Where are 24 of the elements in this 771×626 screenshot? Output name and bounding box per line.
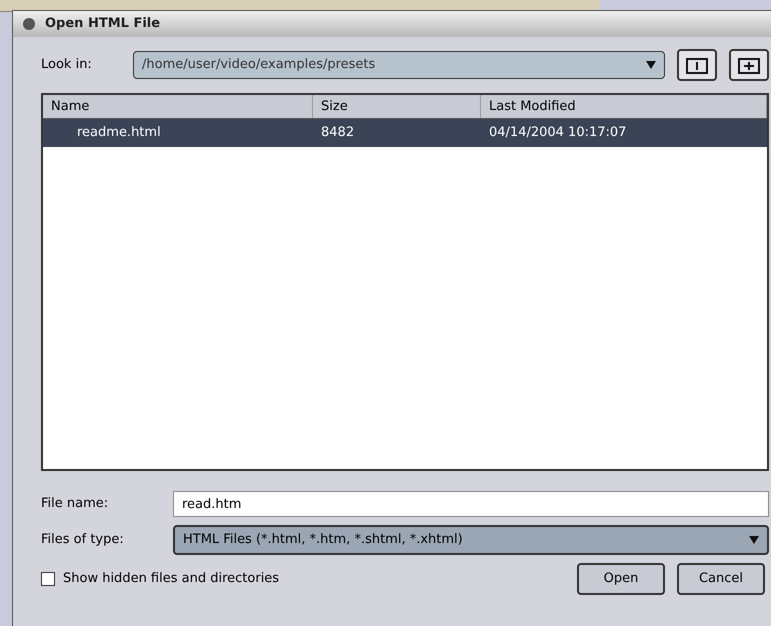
new-folder-button[interactable] — [729, 49, 769, 81]
column-header[interactable]: Name — [43, 95, 313, 118]
column-header[interactable]: Size — [313, 95, 481, 118]
folder-icon — [738, 56, 760, 74]
open-button[interactable]: Open — [577, 563, 665, 595]
column-header[interactable]: Last Modified — [481, 95, 767, 118]
caret-icon — [646, 61, 656, 69]
look-in-label: Look in: — [41, 56, 93, 74]
caret-icon — [749, 536, 759, 544]
folder-icon — [686, 56, 708, 74]
up-folder-button[interactable] — [677, 49, 717, 81]
file-name-field[interactable]: read.htm — [173, 491, 769, 517]
table-cell-text: 04/14/2004 10:17:07 — [488, 124, 628, 142]
window-title: Open HTML File — [45, 15, 160, 34]
cancel-button[interactable]: Cancel — [677, 563, 765, 595]
table-cell-text: readme.html — [76, 124, 162, 142]
file-row[interactable]: readme.html 8482 04/14/2004 10:17:07 — [43, 119, 767, 147]
checkbox-label: Show hidden files and directories — [63, 570, 280, 588]
file-name-label: File name: — [41, 495, 110, 514]
checkbox[interactable] — [41, 572, 55, 586]
file-type-dropdown[interactable]: HTML Files (*.html, *.htm, *.shtml, *.xhtml) — [173, 525, 769, 555]
file-type-label: Files of type: — [41, 531, 125, 550]
look-in-dropdown[interactable]: /home/user/video/examples/presets — [133, 51, 665, 79]
table-cell-text: 8482 — [320, 124, 356, 142]
